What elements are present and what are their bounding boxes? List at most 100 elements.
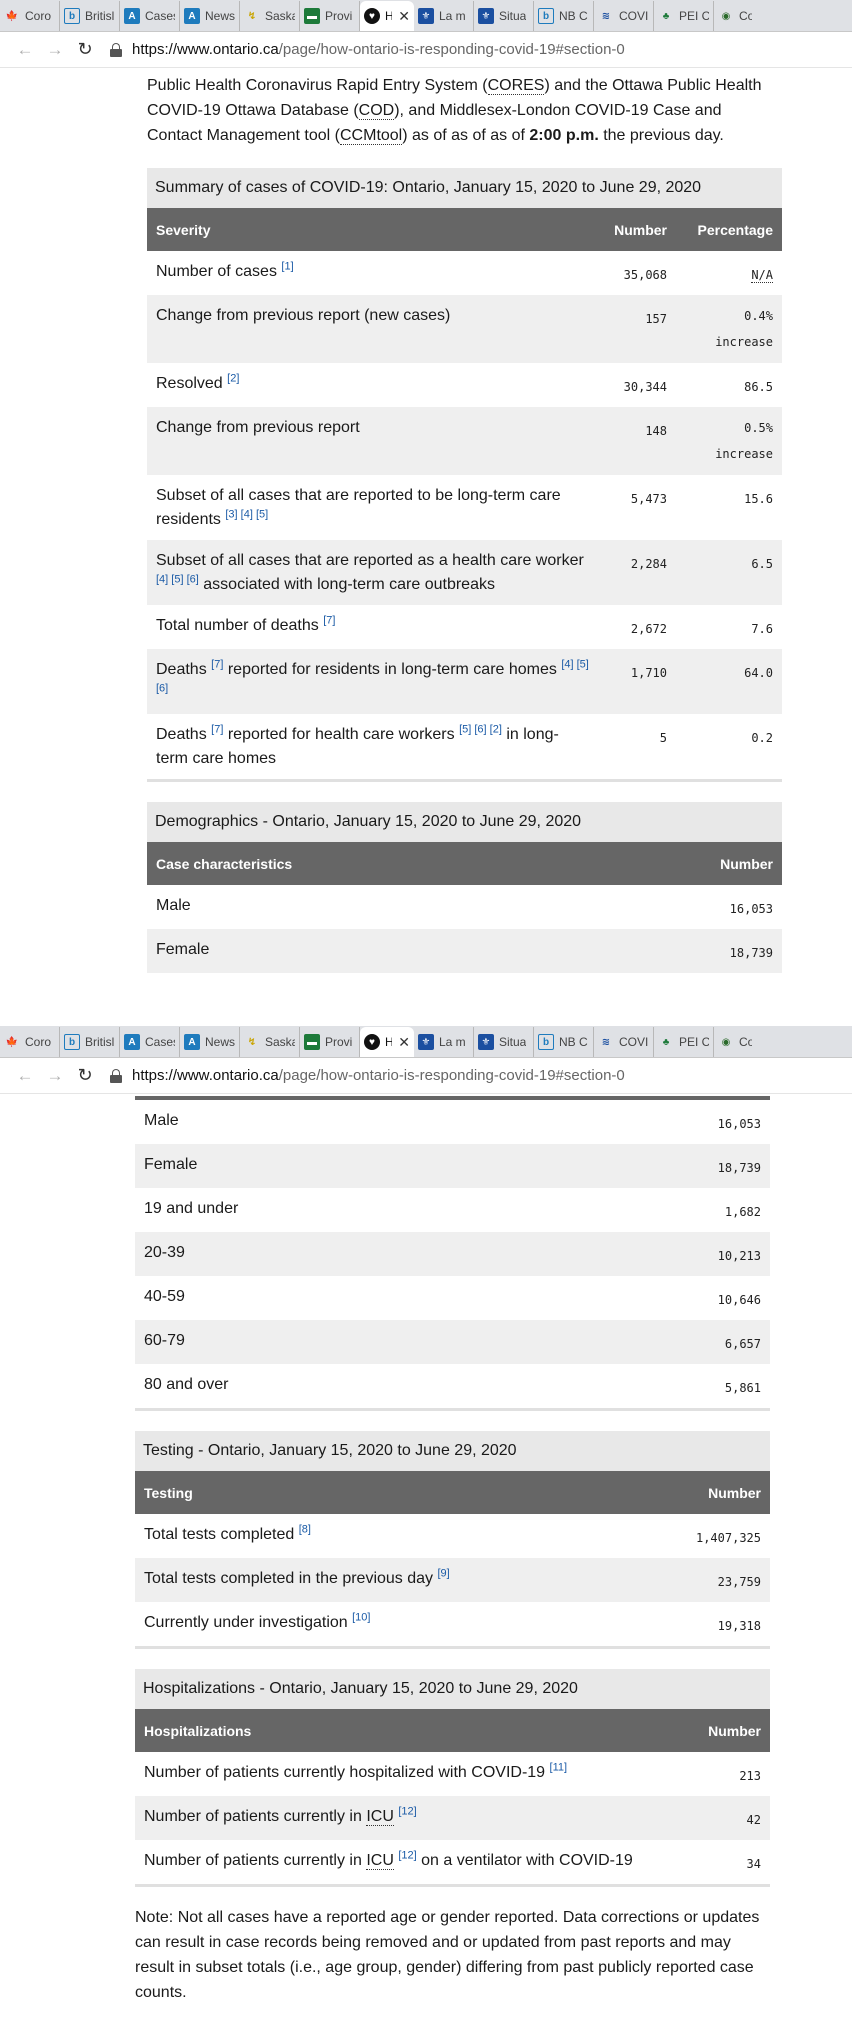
testing-table: Testing Number Total tests completed [8]… — [135, 1471, 770, 1649]
close-tab-icon[interactable]: ✕ — [398, 1034, 410, 1051]
table-row: Total tests completed in the previous da… — [135, 1558, 770, 1602]
browser-tab[interactable]: ♣ PEI C — [654, 1027, 714, 1057]
footnote-link[interactable]: [9] — [438, 1568, 450, 1580]
ontario-icon: ♥ — [364, 8, 380, 24]
browser-tab[interactable]: A News — [180, 1, 240, 31]
browser-tab[interactable]: ⚜ La m — [414, 1027, 474, 1057]
browser-tab[interactable]: ≋ COVI — [594, 1, 654, 31]
quebec-icon: ⚜ — [478, 8, 494, 24]
demographics-table: Male 16,053 Female 18,739 19 and under 1,68… — [135, 1100, 770, 1411]
screenshot-bottom: 🍁Coro bBritisl ACases ANews ↯Saska ▬Prov… — [0, 1026, 852, 2040]
footnote-link[interactable]: [8] — [299, 1524, 311, 1536]
demographics-table-section: Demographics - Ontario, January 15, 2020… — [147, 802, 782, 973]
col-hospitalizations: Hospitalizations — [135, 1709, 693, 1752]
col-testing: Testing — [135, 1471, 641, 1514]
summary-table-section: Summary of cases of COVID-19: Ontario, J… — [147, 168, 782, 782]
table-row: Deaths [7] reported for residents in lon… — [147, 649, 782, 714]
browser-tab[interactable]: ◉Covic — [714, 1027, 756, 1057]
footnote-link[interactable]: [11] — [550, 1762, 568, 1774]
footnote-link[interactable]: [10] — [352, 1612, 370, 1624]
back-icon[interactable]: ← — [10, 1062, 40, 1090]
browser-tab[interactable]: b Britisl — [60, 1, 120, 31]
browser-tab[interactable]: A News — [180, 1027, 240, 1057]
table-row: Female 18,739 — [135, 1144, 770, 1188]
nb-icon: b — [538, 8, 554, 24]
footnote-link[interactable]: [7] — [211, 659, 223, 671]
quebec-icon: ⚜ — [478, 1034, 494, 1050]
col-number: Number — [640, 1471, 770, 1514]
table-row: Change from previous report 148 0.5% incr… — [147, 407, 782, 475]
url-field[interactable]: https://www.ontario.ca/page/how-ontario-… — [110, 1067, 625, 1084]
browser-tab[interactable]: ◉Cov — [714, 1, 756, 31]
reload-icon[interactable]: ↻ — [70, 36, 100, 64]
table-row: Male 16,053 — [144, 1112, 761, 1131]
footnote-link[interactable]: [3] [4] [5] — [225, 509, 268, 521]
forward-icon[interactable]: → — [40, 1062, 70, 1090]
browser-tab[interactable]: 🍁 Coro — [0, 1, 60, 31]
browser-tab[interactable]: b NB C — [534, 1027, 594, 1057]
reload-icon[interactable]: ↻ — [70, 1062, 100, 1090]
hospitalizations-table-section: Hospitalizations - Ontario, January 15, … — [135, 1669, 770, 1887]
data-note: Note: Not all cases have a reported age … — [135, 1909, 760, 2001]
quebec-icon: ⚜ — [418, 8, 434, 24]
ccmtool-abbr: CCMtool — [340, 127, 403, 145]
browser-tab[interactable]: ▬ Provi — [300, 1027, 360, 1057]
cores-abbr: CORES — [487, 77, 545, 95]
footnote-link[interactable]: [5] [6] [2] — [459, 724, 502, 736]
footnote-link[interactable]: [1] — [281, 261, 293, 273]
col-case-characteristics: Case characteristics — [147, 842, 582, 885]
nl-icon: ◉ — [721, 1036, 731, 1048]
browser-tab[interactable]: ⚜ La m — [414, 1, 474, 31]
pei-icon: ♣ — [662, 1036, 670, 1048]
table-row: Resolved [2] 30,344 86.5 — [156, 372, 773, 394]
browser-tab[interactable]: ≋ COVI — [594, 1027, 654, 1057]
maple-leaf-icon: 🍁 — [5, 10, 19, 22]
manitoba-icon: ▬ — [304, 1034, 320, 1050]
browser-tab[interactable]: ▬ Provi — [300, 1, 360, 31]
footnote-link[interactable]: [12] — [398, 1806, 416, 1818]
browser-tab[interactable]: ACases — [120, 1027, 180, 1057]
table-row: 60-79 6,657 — [135, 1320, 770, 1364]
ns-icon: ≋ — [601, 10, 611, 22]
testing-caption: Testing - Ontario, January 15, 2020 to J… — [135, 1431, 770, 1471]
browser-tab[interactable]: b NB C — [534, 1, 594, 31]
footnote-link[interactable]: [7] — [211, 724, 223, 736]
browser-tab[interactable]: ⚜ Situa — [474, 1, 534, 31]
browser-tab[interactable]: ⚜ Situa — [474, 1027, 534, 1057]
footnote-link[interactable]: [2] — [227, 373, 239, 385]
ontario-icon: ♥ — [364, 1034, 380, 1050]
page-content: Public Health Coronavirus Rapid Entry Sy… — [147, 73, 782, 973]
footnote-link[interactable]: [7] — [323, 615, 335, 627]
url-field[interactable]: https://www.ontario.ca/page/how-ontario-… — [110, 41, 625, 58]
table-row: 40-59 10,646 — [144, 1288, 761, 1307]
cod-abbr: COD — [358, 102, 395, 120]
browser-tab[interactable]: b Britisl — [60, 1027, 120, 1057]
tab-strip: 🍁Coro bBritisl ACases ANews ↯Saska ▬Prov… — [0, 0, 852, 32]
maple-leaf-icon: 🍁 — [5, 1036, 19, 1048]
footnote-link[interactable]: [4] [5] [6] — [156, 574, 199, 586]
browser-tab[interactable]: ACases — [120, 1, 180, 31]
hospitalizations-caption: Hospitalizations - Ontario, January 15, … — [135, 1669, 770, 1709]
lock-icon — [110, 1068, 122, 1083]
browser-tab[interactable]: ↯Saska — [240, 1, 300, 31]
table-row: Currently under investigation [10] 19,318 — [144, 1611, 761, 1633]
browser-tab-active[interactable]: ♥ H ✕ — [360, 1, 414, 31]
table-row: Subset of all cases that are reported to… — [156, 487, 773, 528]
table-row: Total tests completed [8] 1,407,325 — [144, 1523, 761, 1545]
close-tab-icon[interactable]: ✕ — [398, 8, 410, 25]
browser-tab[interactable]: 🍁 Coro — [0, 1027, 60, 1057]
address-bar: ← → ↻ https://www.ontario.ca/page/how-on… — [0, 32, 852, 68]
browser-tab[interactable]: ↯Saska — [240, 1027, 300, 1057]
footnote-link[interactable]: [12] — [398, 1850, 416, 1862]
table-row: Female 18,739 — [147, 929, 782, 973]
table-row: Total number of deaths [7] 2,672 7.6 — [156, 614, 773, 636]
ns-icon: ≋ — [601, 1036, 611, 1048]
forward-icon[interactable]: → — [40, 36, 70, 64]
browser-tab-active[interactable]: ♥ H ✕ — [360, 1027, 414, 1057]
back-icon[interactable]: ← — [10, 36, 40, 64]
bc-icon: b — [64, 1034, 80, 1050]
screenshot-separator — [0, 1000, 852, 1026]
alberta-icon: A — [124, 1034, 140, 1050]
alberta-icon: A — [184, 8, 200, 24]
browser-tab[interactable]: ♣ PEI C — [654, 1, 714, 31]
